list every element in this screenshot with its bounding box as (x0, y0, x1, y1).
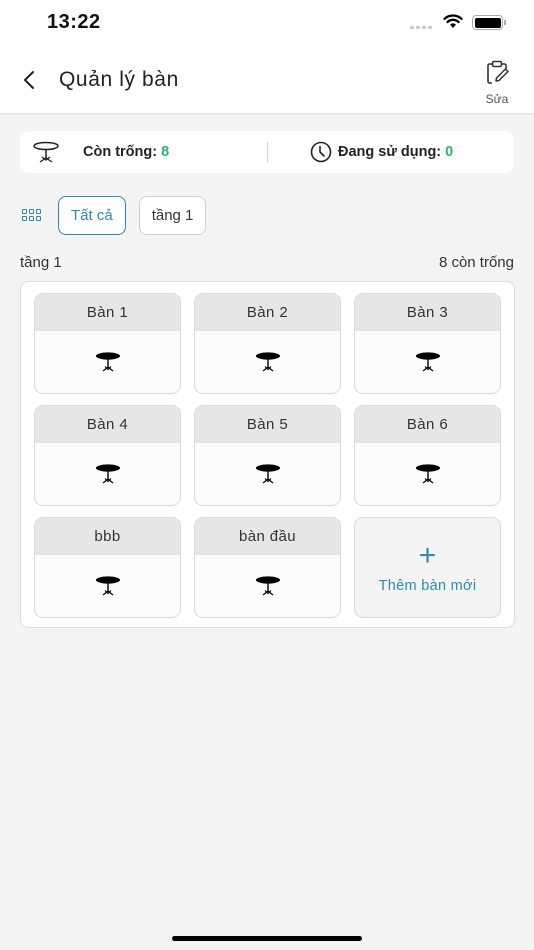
table-name: Bàn 1 (35, 294, 180, 331)
table-body (195, 443, 340, 505)
round-table-icon (255, 464, 280, 484)
edit-label: Sửa (485, 92, 509, 106)
floor-name: tầng 1 (20, 254, 62, 271)
status-time: 13:22 (47, 11, 101, 33)
table-body (355, 443, 500, 505)
round-table-icon (255, 576, 280, 596)
table-name: Bàn 5 (195, 406, 340, 443)
table-body (195, 331, 340, 393)
floor-table-grid: Bàn 1 Bàn 2 Bàn 3 Bàn 4 Bàn 5 Bàn 6 bbb … (20, 281, 515, 628)
filter-chip-all[interactable]: Tất cả (58, 196, 126, 235)
floor-available-count: 8 còn trống (438, 254, 514, 271)
round-table-icon (95, 576, 120, 596)
table-card[interactable]: bàn đầu (194, 517, 341, 618)
table-body (35, 555, 180, 617)
page-title: Quản lý bàn (59, 68, 179, 91)
cellular-signal-icon (410, 26, 432, 29)
table-body (35, 331, 180, 393)
plus-icon: + (418, 538, 437, 572)
table-card[interactable]: Bàn 1 (34, 293, 181, 394)
table-name: bbb (35, 518, 180, 555)
table-card[interactable]: Bàn 2 (194, 293, 341, 394)
table-body (355, 331, 500, 393)
table-card[interactable]: Bàn 5 (194, 405, 341, 506)
clipboard-edit-icon (487, 60, 509, 84)
table-name: Bàn 4 (35, 406, 180, 443)
edit-button[interactable]: Sửa (478, 58, 516, 106)
grid-view-icon[interactable] (22, 208, 42, 223)
available-count: 8 (161, 144, 170, 160)
filter-chip-floor-1[interactable]: tầng 1 (138, 196, 207, 235)
table-card[interactable]: Bàn 4 (34, 405, 181, 506)
status-bar: 13:22 (0, 0, 534, 48)
nav-bar: Quản lý bàn Sửa (0, 48, 534, 114)
in-use-stat: Đang sử dụng: 0 (338, 144, 454, 160)
divider (267, 142, 268, 163)
home-indicator (172, 936, 362, 941)
table-body (35, 443, 180, 505)
add-table-label: Thêm bàn mới (378, 577, 477, 594)
back-button[interactable] (18, 68, 42, 92)
tables-list: Bàn 1 Bàn 2 Bàn 3 Bàn 4 Bàn 5 Bàn 6 bbb … (34, 293, 501, 618)
table-outline-icon (33, 141, 59, 163)
round-table-icon (415, 352, 440, 372)
floor-filter-bar: Tất cả tầng 1 (22, 196, 219, 235)
table-name: Bàn 6 (355, 406, 500, 443)
table-card[interactable]: bbb (34, 517, 181, 618)
table-summary-card: Còn trống: 8 Đang sử dụng: 0 (20, 131, 514, 173)
add-table-button[interactable]: + Thêm bàn mới (354, 517, 501, 618)
table-body (195, 555, 340, 617)
in-use-count: 0 (445, 144, 454, 160)
round-table-icon (95, 464, 120, 484)
table-card[interactable]: Bàn 6 (354, 405, 501, 506)
wifi-icon (443, 14, 463, 28)
table-name: Bàn 3 (355, 294, 500, 331)
round-table-icon (255, 352, 280, 372)
battery-icon (472, 15, 506, 30)
available-stat: Còn trống: 8 (83, 144, 170, 160)
table-card[interactable]: Bàn 3 (354, 293, 501, 394)
round-table-icon (415, 464, 440, 484)
round-table-icon (95, 352, 120, 372)
clock-icon (310, 141, 332, 163)
table-name: bàn đầu (195, 518, 340, 555)
table-name: Bàn 2 (195, 294, 340, 331)
